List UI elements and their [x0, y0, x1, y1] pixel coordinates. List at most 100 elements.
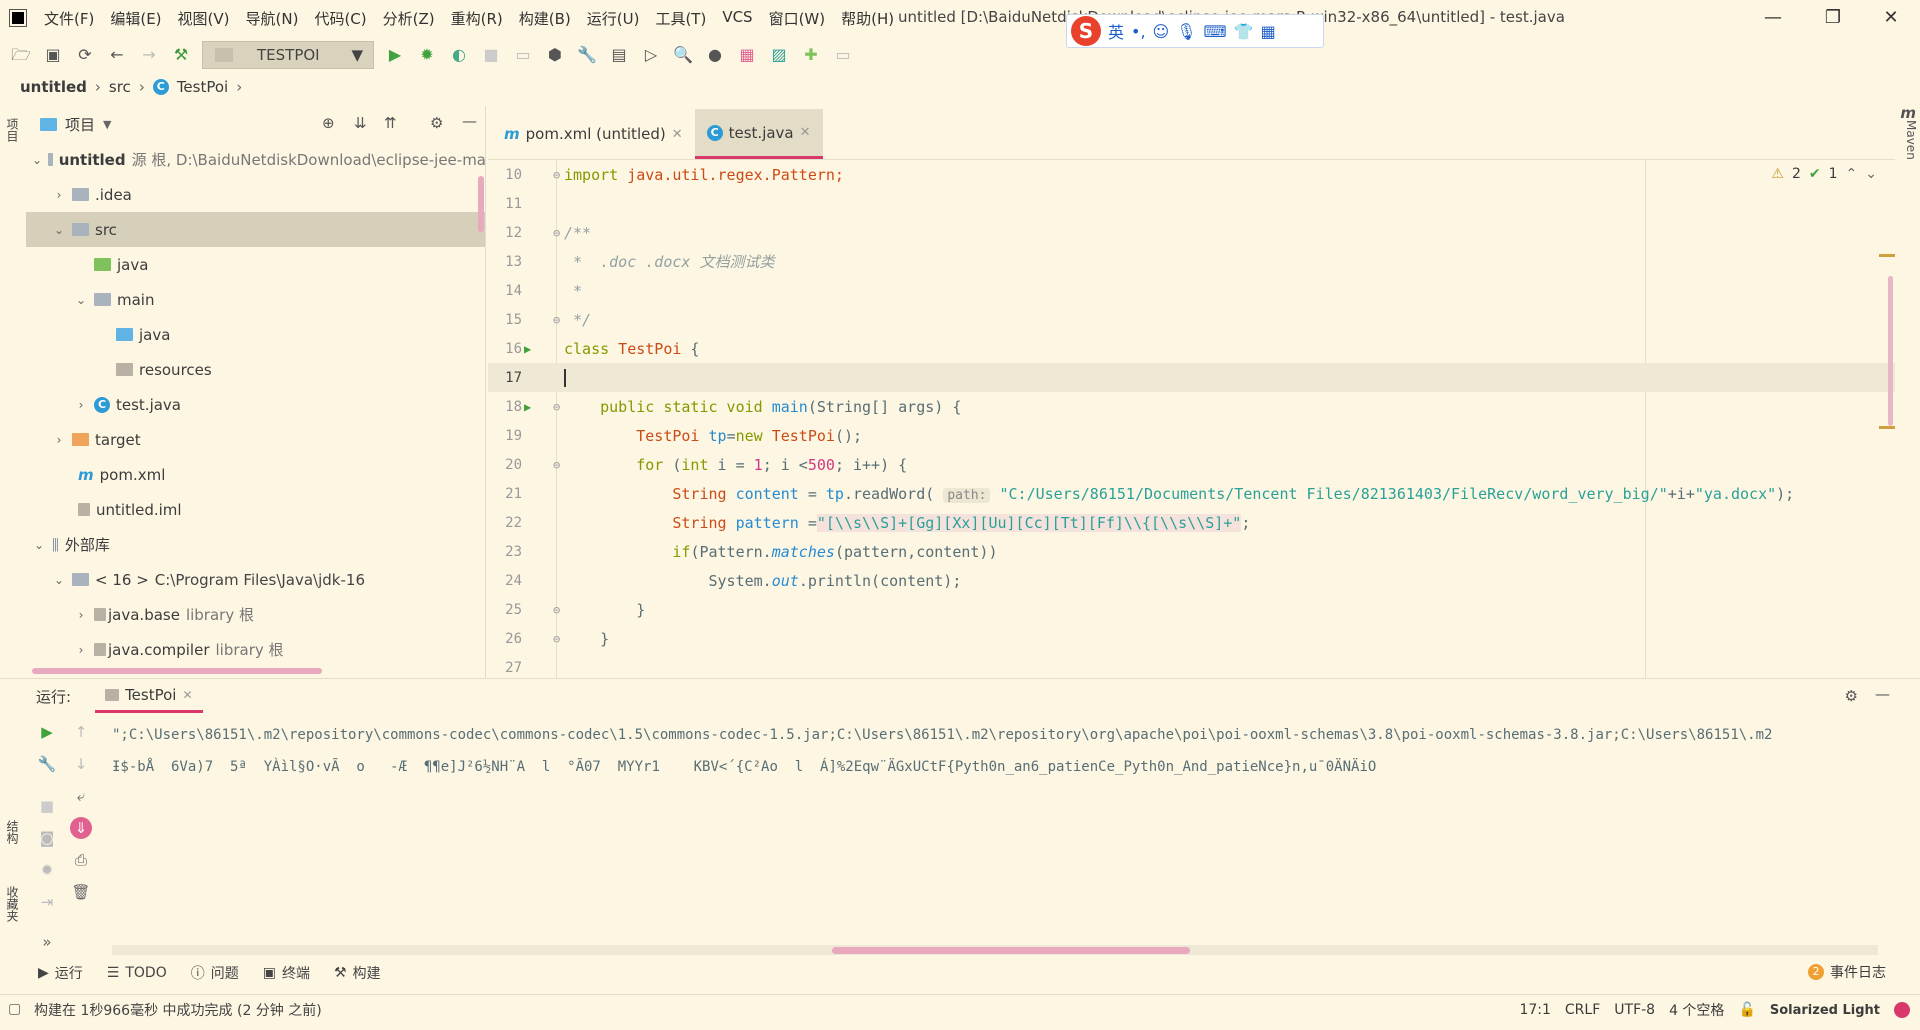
menu-file[interactable]: 文件(F)	[44, 8, 94, 29]
gear-icon[interactable]: ⚙	[430, 114, 443, 132]
project-structure-icon[interactable]: ▤	[608, 44, 630, 66]
search-icon[interactable]: 🔍	[672, 44, 694, 66]
tree-item-resources[interactable]: resources	[26, 352, 485, 387]
tab-pom-xml[interactable]: m pom.xml (untitled) ✕	[492, 109, 695, 159]
layout-toggle-icon[interactable]: ▢	[8, 1001, 21, 1017]
tab-test-java[interactable]: C test.java ✕	[694, 109, 823, 159]
down-arrow-icon[interactable]: ↓	[70, 753, 92, 775]
build-hammer-icon[interactable]: ⚒	[170, 44, 192, 66]
soft-wrap-icon[interactable]: ⤶	[70, 785, 92, 807]
run-tab-testpoi[interactable]: TestPoi ✕	[95, 679, 203, 713]
tool-problems[interactable]: ⓘ 问题	[191, 963, 239, 983]
hide-panel-icon[interactable]: —	[462, 112, 477, 130]
fold-icon[interactable]: ⊖	[553, 226, 560, 240]
tree-item-java-test[interactable]: java	[26, 247, 485, 282]
menu-help[interactable]: 帮助(H)	[841, 8, 894, 29]
console-output[interactable]: ";C:\Users\86151\.m2\repository\commons-…	[112, 719, 1882, 919]
chevron-down-icon[interactable]: ⌄	[74, 293, 88, 307]
tool-run[interactable]: ▶ 运行	[38, 963, 83, 983]
expand-all-icon[interactable]: ⇊	[354, 114, 367, 132]
chevron-right-icon[interactable]: ›	[74, 398, 88, 412]
menu-run[interactable]: 运行(U)	[587, 8, 640, 29]
stop-icon[interactable]: ■	[36, 795, 58, 817]
plugin-chart-icon[interactable]: ▨	[768, 44, 790, 66]
chevron-down-icon[interactable]: ▼	[103, 118, 111, 131]
print-icon[interactable]: ⎙	[70, 849, 92, 871]
debug-icon[interactable]: ✹	[416, 44, 438, 66]
coverage-icon[interactable]: ◐	[448, 44, 470, 66]
tree-item-idea[interactable]: › .idea	[26, 177, 485, 212]
project-tool-button[interactable]: 项目	[4, 118, 21, 142]
project-vertical-scrollbar[interactable]	[478, 176, 484, 232]
git-update-icon[interactable]: ⬢	[544, 44, 566, 66]
hide-panel-icon[interactable]: —	[1875, 685, 1890, 703]
tree-item-iml[interactable]: untitled.iml	[26, 492, 485, 527]
menu-refactor[interactable]: 重构(R)	[451, 8, 503, 29]
fold-icon[interactable]: ⊖	[553, 400, 560, 414]
chevron-down-icon[interactable]: ⌄	[32, 153, 42, 167]
chevron-down-icon[interactable]: ⌄	[32, 538, 46, 552]
tree-item-untitled[interactable]: ⌄ untitled 源 根, D:\BaiduNetdiskDownload\e…	[26, 142, 485, 177]
locate-icon[interactable]: ⊕	[322, 114, 335, 132]
up-arrow-icon[interactable]: ↑	[70, 721, 92, 743]
line-separator[interactable]: CRLF	[1565, 1002, 1600, 1018]
minimize-button[interactable]: —	[1758, 6, 1788, 30]
menu-view[interactable]: 视图(V)	[178, 8, 230, 29]
rerun-icon[interactable]: ▶	[36, 721, 58, 743]
fold-icon[interactable]: ⊖	[553, 458, 560, 472]
breadcrumb-class[interactable]: TestPoi	[177, 78, 228, 96]
menu-tools[interactable]: 工具(T)	[655, 8, 706, 29]
menu-navigate[interactable]: 导航(N)	[246, 8, 299, 29]
chevron-right-icon[interactable]: ›	[52, 433, 66, 447]
file-encoding[interactable]: UTF-8	[1614, 1002, 1655, 1018]
tree-item-java-base[interactable]: › java.base library 根	[26, 597, 485, 632]
close-tab-icon[interactable]: ✕	[800, 125, 811, 140]
menu-vcs[interactable]: VCS	[722, 8, 752, 29]
tree-item-pom[interactable]: m pom.xml	[26, 457, 485, 492]
run-gutter-icon[interactable]: ▶	[524, 400, 531, 414]
tool-todo[interactable]: ☰ TODO	[107, 965, 167, 981]
status-message[interactable]: 构建在 1秒966毫秒 中成功完成 (2 分钟 之前)	[34, 1000, 322, 1020]
menu-build[interactable]: 构建(B)	[519, 8, 571, 29]
tree-item-external-libs[interactable]: ⌄ ⫼ 外部库	[26, 527, 485, 562]
memory-indicator[interactable]	[1894, 1002, 1910, 1018]
tree-item-jdk[interactable]: ⌄ < 16 > C:\Program Files\Java\jdk-16	[26, 562, 485, 597]
chevron-down-icon[interactable]: ⌄	[52, 223, 66, 237]
fold-icon[interactable]: ⊖	[553, 313, 560, 327]
gear-icon[interactable]: ⚙	[1845, 687, 1858, 705]
menu-analyze[interactable]: 分析(Z)	[383, 8, 435, 29]
run-gutter-icon[interactable]: ▶	[524, 342, 531, 356]
chevron-right-icon[interactable]: ›	[52, 188, 66, 202]
tool-terminal[interactable]: ▣ 终端	[263, 963, 310, 983]
tree-item-java-main[interactable]: java	[26, 317, 485, 352]
folder-open-icon[interactable]: 🗁	[10, 44, 32, 66]
restore-button[interactable]: ❐	[1818, 6, 1848, 30]
forward-icon[interactable]: →	[138, 44, 160, 66]
close-button[interactable]: ✕	[1876, 6, 1906, 30]
collapse-all-icon[interactable]: ⇈	[384, 114, 397, 132]
scroll-to-end-icon[interactable]: ⇓	[70, 817, 92, 839]
code-area[interactable]: 10 ⊖ import java.util.regex.Pattern; 11 …	[488, 160, 1895, 678]
project-view-select[interactable]: 项目	[65, 114, 95, 135]
chevron-right-icon[interactable]: ›	[74, 643, 88, 657]
tree-item-java-compiler[interactable]: › java.compiler library 根	[26, 632, 485, 667]
bug-icon[interactable]: ✹	[36, 859, 58, 881]
more-icon[interactable]: »	[36, 931, 58, 953]
chevron-down-icon[interactable]: ⌄	[52, 573, 66, 587]
modify-run-config-icon[interactable]: 🔧	[36, 753, 58, 775]
close-tab-icon[interactable]: ✕	[182, 688, 192, 702]
camera-icon[interactable]: ◙	[36, 827, 58, 849]
indent-setting[interactable]: 4 个空格	[1669, 1000, 1724, 1020]
back-icon[interactable]: ←	[106, 44, 128, 66]
close-tab-icon[interactable]: ✕	[672, 127, 683, 142]
tree-item-src[interactable]: ⌄ src	[26, 212, 485, 247]
plugin-disabled-icon[interactable]: ▭	[832, 44, 854, 66]
tree-item-target[interactable]: › target	[26, 422, 485, 457]
tool-build[interactable]: ⚒ 构建	[334, 963, 381, 983]
trash-icon[interactable]: 🗑	[70, 881, 92, 903]
plugin-q-icon[interactable]: ●	[704, 44, 726, 66]
warning-marker[interactable]	[1879, 426, 1895, 429]
terminal-icon[interactable]: ▷	[640, 44, 662, 66]
tree-item-main[interactable]: ⌄ main	[26, 282, 485, 317]
fold-icon[interactable]: ⊖	[553, 603, 560, 617]
